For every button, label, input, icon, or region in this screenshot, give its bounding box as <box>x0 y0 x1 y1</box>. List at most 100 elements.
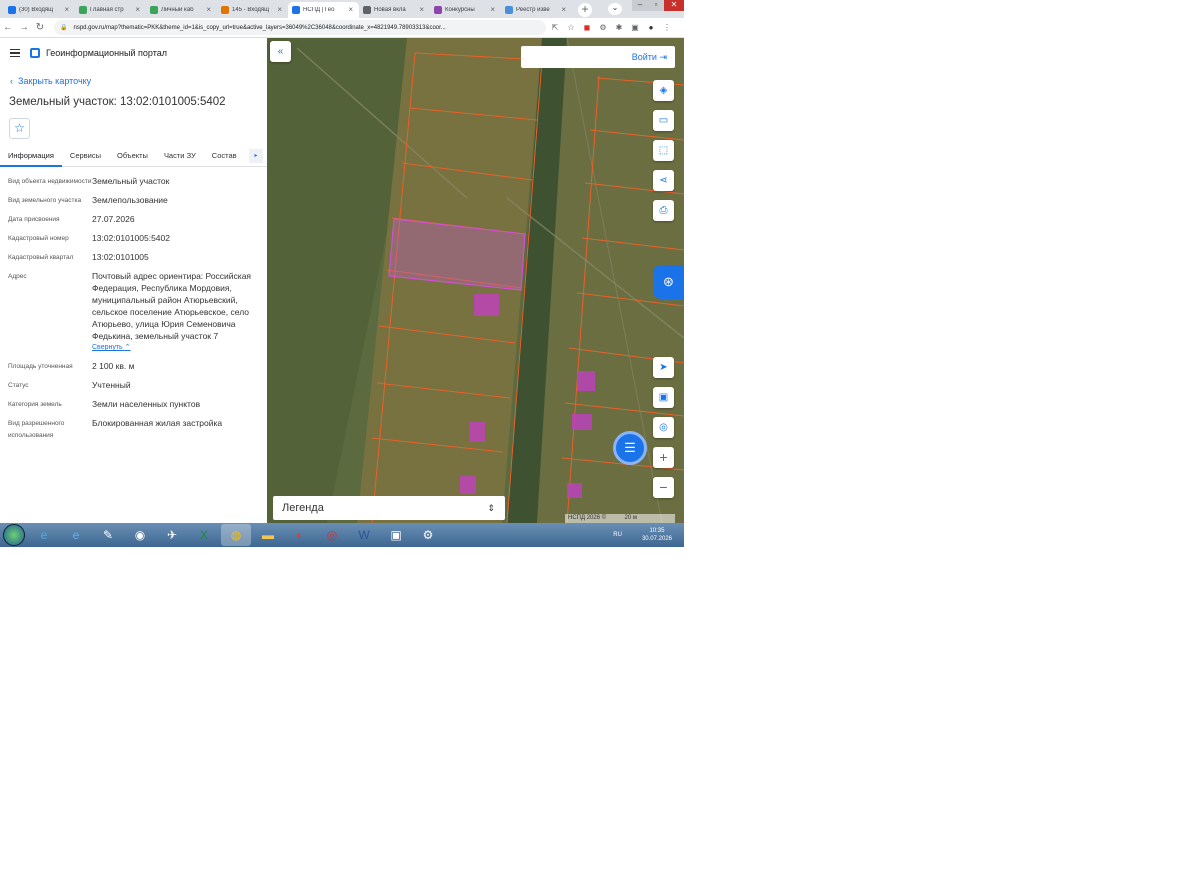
browser-tab[interactable]: Новая вкла × <box>359 2 430 18</box>
browser-tab[interactable]: Конкурсны × <box>430 2 501 18</box>
property-key: Вид земельного участка <box>8 197 82 204</box>
login-button[interactable]: Войти ⇥ <box>521 46 675 68</box>
legend-dropdown[interactable]: Легенда ⇕ <box>273 496 505 520</box>
app-icon[interactable]: ◐ <box>285 524 315 546</box>
share-icon[interactable]: ⇱ <box>548 21 562 35</box>
url-field[interactable]: 🔒 nspd.gov.ru/map?thematic=PKK&theme_id=1… <box>54 20 546 35</box>
ruler-icon[interactable]: ▭ <box>653 110 674 131</box>
ie-icon[interactable]: e <box>61 524 91 546</box>
language-indicator[interactable]: RU <box>613 532 622 538</box>
zoom-out-icon[interactable]: − <box>653 477 674 498</box>
tab-close-icon[interactable]: × <box>206 5 211 14</box>
search-location-icon[interactable]: ◎ <box>653 417 674 438</box>
object-card-panel: Геоинформационный портал ‹ Закрыть карто… <box>0 38 267 523</box>
geolocation-icon[interactable]: ➤ <box>653 357 674 378</box>
tab-info[interactable]: Информация <box>0 145 62 167</box>
chevron-up-icon: ⌃ <box>124 344 131 351</box>
app-icon[interactable]: ◎ <box>317 524 347 546</box>
extension-icon[interactable]: ◼ <box>580 21 594 35</box>
back-icon[interactable]: ← <box>0 22 16 33</box>
share-icon[interactable]: ⋖ <box>653 170 674 191</box>
browser-tab[interactable]: (30) Входящ × <box>4 2 75 18</box>
tab-favicon-icon <box>363 6 371 14</box>
reload-icon[interactable]: ↻ <box>32 22 48 33</box>
word-icon[interactable]: W <box>349 524 379 546</box>
avatar[interactable]: ● <box>644 21 658 35</box>
portal-header: Геоинформационный портал <box>0 38 267 68</box>
app-icon[interactable]: ✎ <box>93 524 123 546</box>
chrome-icon[interactable]: ◍ <box>221 524 251 546</box>
extension-icon[interactable]: ⚙ <box>596 21 610 35</box>
property-row: Дата присвоения 27.07.2026 <box>0 213 267 226</box>
start-button[interactable] <box>3 524 25 546</box>
tab-title: Главная стр <box>90 7 124 13</box>
tab-favicon-icon <box>434 6 442 14</box>
property-row: Категория земель Земли населенных пунктов <box>0 398 267 411</box>
lock-icon: 🔒 <box>60 25 68 31</box>
tabs-scroll-right-icon[interactable]: ▸ <box>249 149 263 163</box>
tab-close-icon[interactable]: × <box>64 5 69 14</box>
windows-taskbar: e e ✎ ◉ ✈ X ◍ ▬ ◐ ◎ W ▣ ⚙ RU 10:35 30.07.… <box>0 523 684 547</box>
app-icon[interactable]: ⚙ <box>413 524 443 546</box>
minimize-button[interactable]: – <box>632 0 648 11</box>
browser-tab[interactable]: Личный каб × <box>146 2 217 18</box>
property-value: Учтенный <box>92 380 131 390</box>
tab-favicon-icon <box>221 6 229 14</box>
clock[interactable]: 10:35 30.07.2026 <box>642 527 672 543</box>
tab-favicon-icon <box>8 6 16 14</box>
close-card-label: Закрыть карточку <box>18 76 92 86</box>
browser-tab[interactable]: 145 - Входящ × <box>217 2 288 18</box>
forward-icon[interactable]: → <box>16 22 32 33</box>
tab-close-icon[interactable]: × <box>277 5 282 14</box>
select-area-icon[interactable]: ⬚ <box>653 140 674 161</box>
tab-close-icon[interactable]: × <box>561 5 566 14</box>
tab-close-icon[interactable]: × <box>135 5 140 14</box>
layers-icon[interactable]: ◈ <box>653 80 674 101</box>
window-icon[interactable]: ▣ <box>381 524 411 546</box>
collapse-label: Свернуть <box>92 344 123 351</box>
app-icon[interactable]: ✈ <box>157 524 187 546</box>
sidepanel-icon[interactable]: ▣ <box>628 21 642 35</box>
browser-tab[interactable]: Главная стр × <box>75 2 146 18</box>
close-window-button[interactable]: ✕ <box>664 0 684 11</box>
chat-assistant-icon[interactable]: ☰ <box>613 431 647 465</box>
puzzle-icon[interactable]: ✱ <box>612 21 626 35</box>
tab-services[interactable]: Сервисы <box>62 145 109 167</box>
new-tab-button[interactable]: + <box>578 3 592 17</box>
tab-close-icon[interactable]: × <box>419 5 424 14</box>
tab-close-icon[interactable]: × <box>490 5 495 14</box>
tab-title: Новая вкла <box>374 7 406 13</box>
tab-composition[interactable]: Состав <box>204 145 245 167</box>
close-card-link[interactable]: ‹ Закрыть карточку <box>0 76 267 90</box>
maximize-button[interactable]: ▫ <box>648 0 664 11</box>
edge-icon[interactable]: e <box>29 524 59 546</box>
minimap-icon[interactable]: ▣ <box>653 387 674 408</box>
bookmark-star-icon[interactable]: ☆ <box>564 21 578 35</box>
url-text: nspd.gov.ru/map?thematic=PKK&theme_id=1&… <box>73 24 446 31</box>
tab-favicon-icon <box>79 6 87 14</box>
menu-dots-icon[interactable]: ⋮ <box>660 21 674 35</box>
favorite-star-button[interactable]: ☆ <box>9 118 30 139</box>
tab-title: Конкурсны <box>445 7 475 13</box>
property-value: 13:02:0101005:5402 <box>92 233 170 243</box>
hamburger-menu-icon[interactable] <box>10 47 20 60</box>
zoom-in-icon[interactable]: + <box>653 447 674 468</box>
property-row: Адрес Почтовый адрес ориентира: Российска… <box>0 270 267 354</box>
tab-parts[interactable]: Части ЗУ <box>156 145 204 167</box>
tab-objects[interactable]: Объекты <box>109 145 156 167</box>
property-row: Статус Учтенный <box>0 379 267 392</box>
collapse-link[interactable]: Свернуть ⌃ <box>92 342 252 354</box>
browser-tab[interactable]: Реестр изве × <box>501 2 572 18</box>
property-value: 2 100 кв. м <box>92 361 135 371</box>
explorer-folder-icon[interactable]: ▬ <box>253 524 283 546</box>
services-side-tab-icon[interactable]: ⊛ <box>653 265 684 299</box>
browser-tab[interactable]: НСПД | Гео × <box>288 2 359 18</box>
tab-close-icon[interactable]: × <box>348 5 353 14</box>
collapse-panel-icon[interactable]: « <box>270 41 291 62</box>
print-icon[interactable]: ⎙ <box>653 200 674 221</box>
map-view[interactable]: « Войти ⇥ ◈ ▭ ⬚ ⋖ ⎙ ⊛ ➤ ▣ ◎ + − ☰ Легенд… <box>267 38 684 523</box>
flag-icon[interactable]: ◉ <box>125 524 155 546</box>
excel-icon[interactable]: X <box>189 524 219 546</box>
property-row: Вид объекта недвижимости Земельный участо… <box>0 175 267 188</box>
tab-search-button[interactable]: ⌄ <box>608 3 622 15</box>
